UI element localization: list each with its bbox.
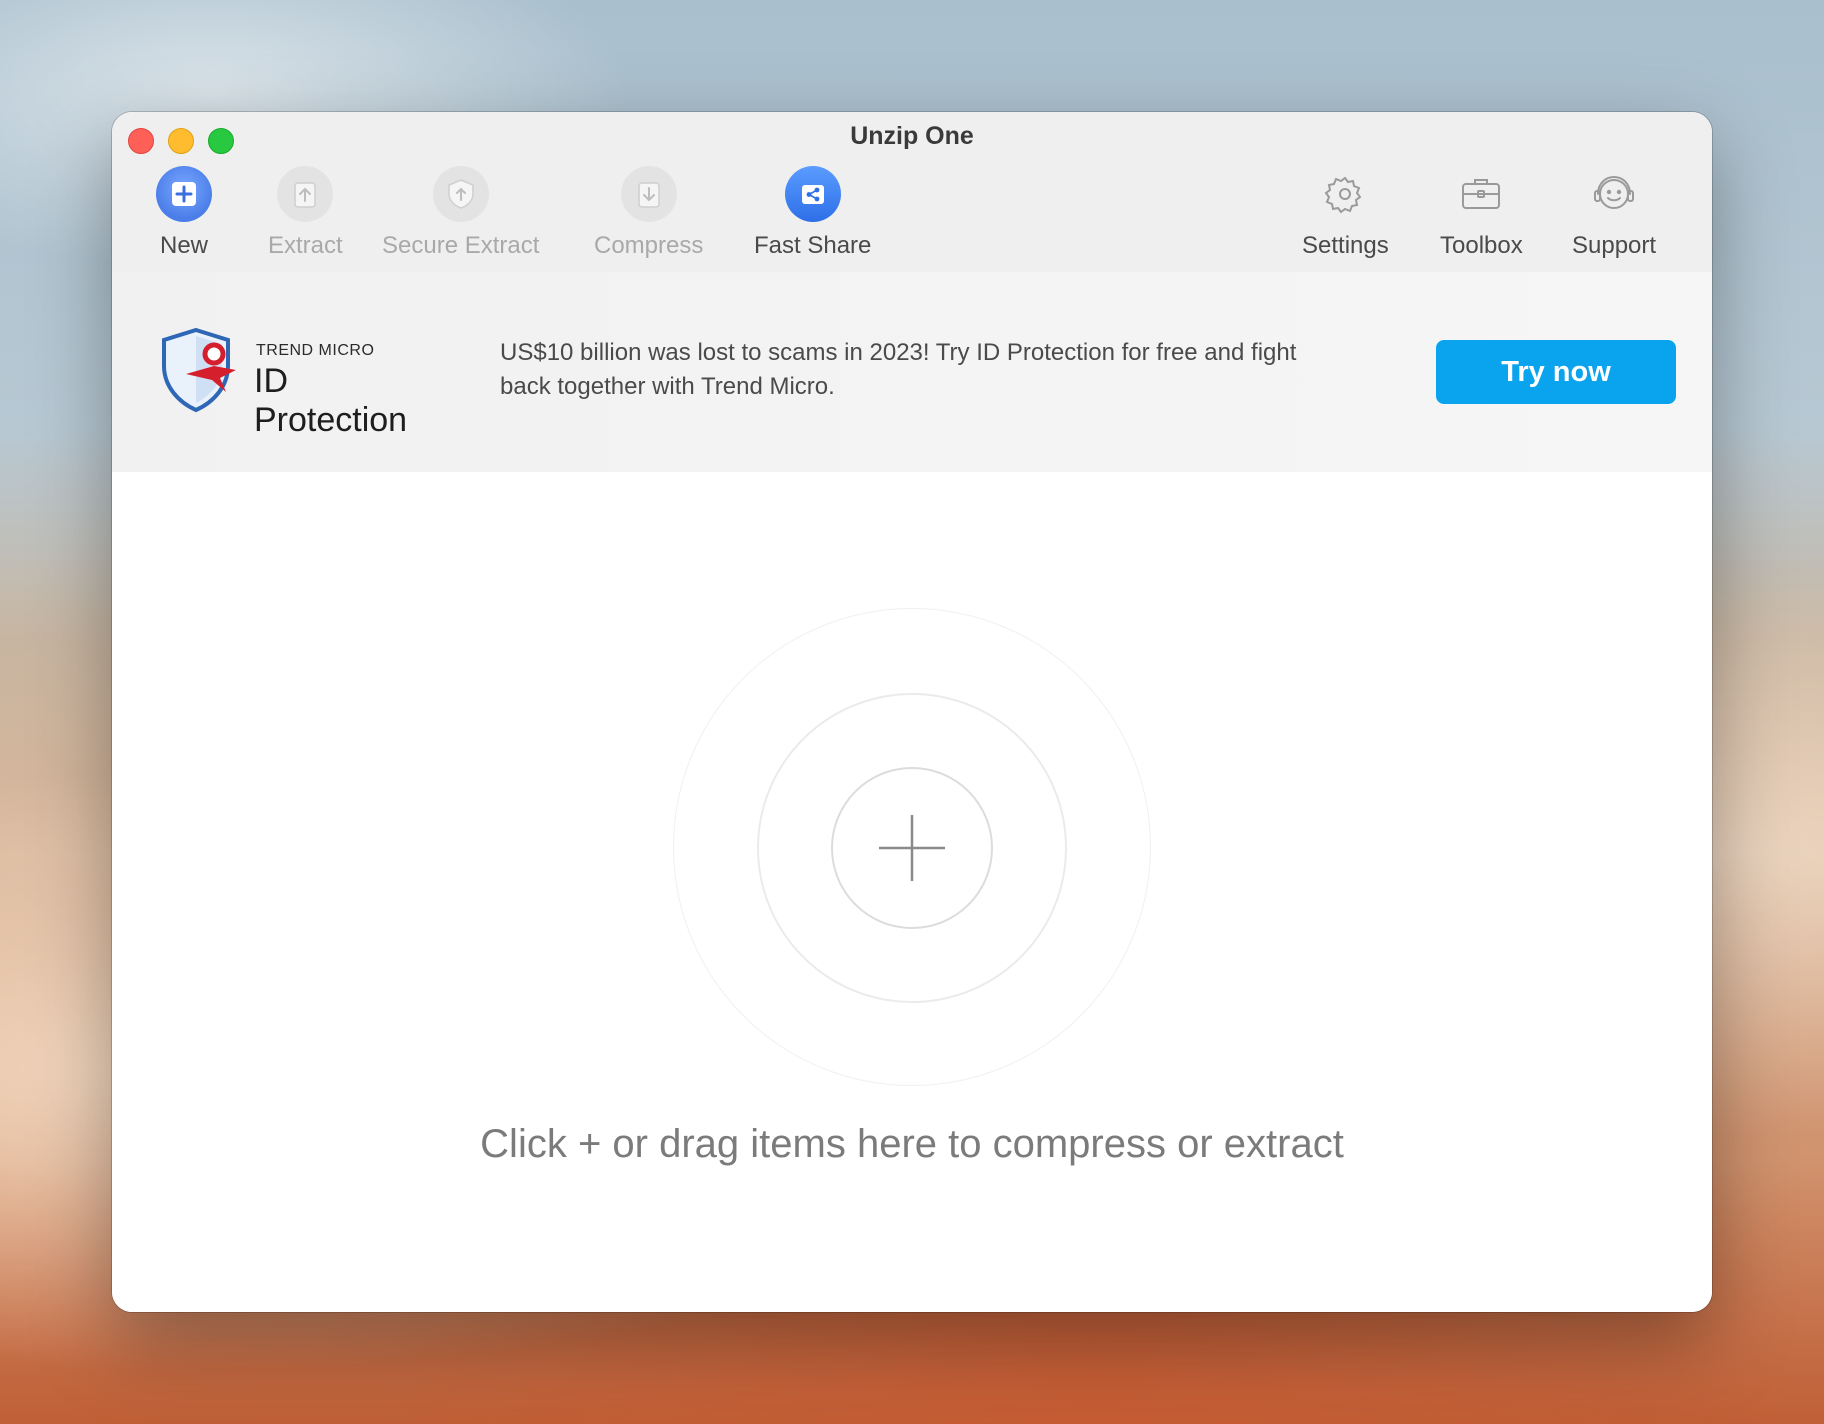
support-button[interactable]: Support	[1572, 166, 1656, 260]
headset-icon	[1586, 166, 1642, 222]
extract-button[interactable]: Extract	[268, 166, 343, 260]
compress-label: Compress	[594, 232, 704, 259]
support-label: Support	[1572, 232, 1657, 259]
new-archive-icon	[156, 166, 212, 222]
trend-micro-logo: TREND MICRO ID Protection	[156, 326, 436, 439]
brand-small-text: TREND MICRO	[256, 342, 375, 359]
toolbox-button[interactable]: Toolbox	[1440, 166, 1523, 260]
titlebar-toolbar: Unzip One New Extract Secure Extract Com…	[112, 112, 1712, 272]
extract-icon	[277, 166, 334, 222]
secure-extract-button[interactable]: Secure Extract	[382, 166, 539, 260]
extract-label: Extract	[268, 232, 343, 259]
gear-icon	[1317, 166, 1373, 222]
toolbox-icon	[1453, 166, 1509, 222]
banner-message: US$10 billion was lost to scams in 2023!…	[500, 339, 1297, 400]
drop-hint-text: Click + or drag items here to compress o…	[480, 1122, 1344, 1166]
compress-button[interactable]: Compress	[594, 166, 703, 260]
toolbox-label: Toolbox	[1440, 232, 1523, 259]
add-files-button[interactable]	[831, 767, 993, 929]
share-icon	[784, 166, 841, 222]
new-button[interactable]: New	[156, 166, 212, 260]
settings-button[interactable]: Settings	[1302, 166, 1389, 260]
promo-banner: TREND MICRO ID Protection US$10 billion …	[112, 272, 1712, 472]
new-label: New	[159, 232, 208, 259]
secure-extract-label: Secure Extract	[382, 232, 540, 259]
app-window: Unzip One New Extract Secure Extract Com…	[112, 112, 1712, 1312]
fast-share-label: Fast Share	[754, 232, 872, 259]
window-title: Unzip One	[850, 122, 974, 150]
compress-icon	[620, 166, 677, 222]
settings-label: Settings	[1302, 232, 1389, 259]
drop-zone[interactable]: Click + or drag items here to compress o…	[112, 472, 1712, 1312]
try-now-button[interactable]: Try now	[1436, 340, 1676, 404]
id-protection-shield-icon	[162, 327, 236, 413]
fast-share-button[interactable]: Fast Share	[754, 166, 871, 260]
shield-extract-icon	[432, 166, 489, 222]
brand-big-text: ID Protection	[254, 362, 408, 439]
plus-icon	[879, 815, 945, 881]
